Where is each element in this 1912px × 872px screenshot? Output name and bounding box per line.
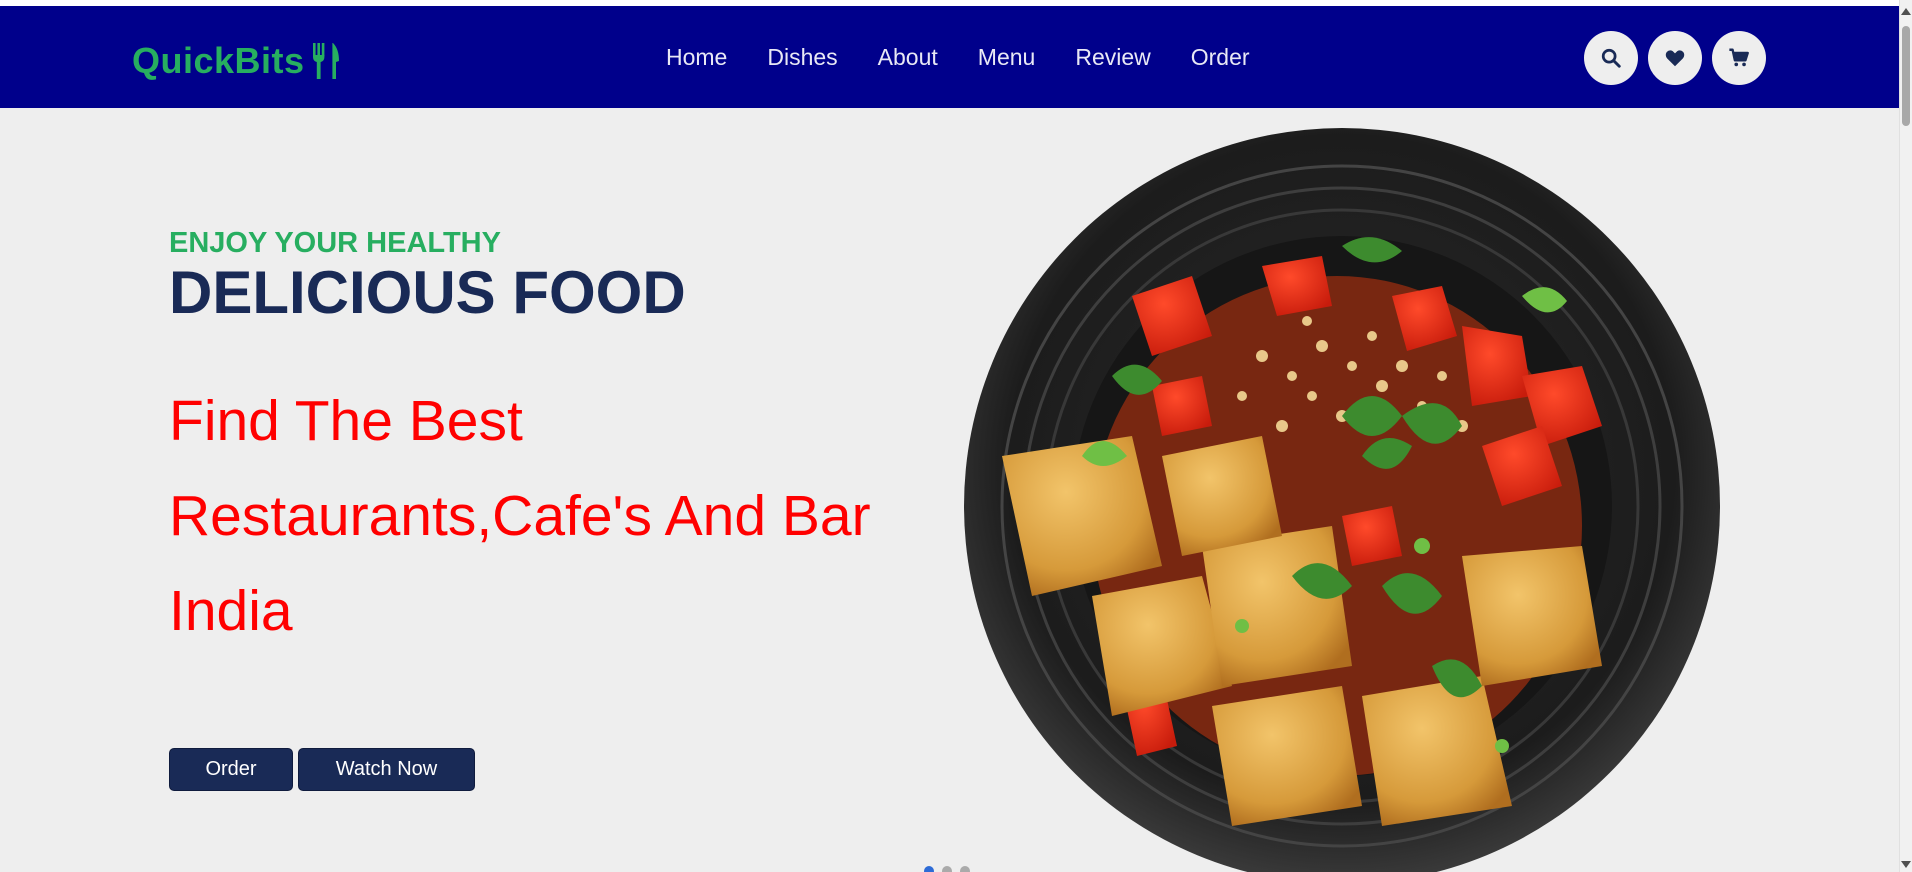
navbar: QuickBits Home Dishes About Menu Review … — [0, 6, 1900, 108]
heart-icon — [1665, 50, 1685, 67]
hero-text: ENJOY YOUR HEALTHY DELICIOUS FOOD Find T… — [169, 226, 889, 659]
hero-buttons: Order Watch Now — [169, 748, 475, 791]
hero-dish-image — [964, 128, 1720, 872]
scroll-down-icon[interactable] — [1901, 861, 1911, 868]
main-nav: Home Dishes About Menu Review Order — [666, 44, 1290, 71]
search-button[interactable] — [1584, 31, 1638, 85]
slider-dot-1[interactable] — [924, 866, 934, 872]
nav-icon-group — [1584, 31, 1766, 85]
page: QuickBits Home Dishes About Menu Review … — [0, 0, 1912, 872]
scroll-thumb[interactable] — [1902, 26, 1910, 126]
nav-order[interactable]: Order — [1191, 44, 1250, 71]
nav-menu[interactable]: Menu — [978, 44, 1036, 71]
slider-dot-3[interactable] — [960, 866, 970, 872]
watch-now-button[interactable]: Watch Now — [298, 748, 475, 791]
cart-button[interactable] — [1712, 31, 1766, 85]
slider-dots — [924, 866, 970, 872]
order-button[interactable]: Order — [169, 748, 293, 791]
logo-text: QuickBits — [132, 40, 305, 81]
logo[interactable]: QuickBits — [132, 40, 343, 82]
hero-subtitle: ENJOY YOUR HEALTHY — [169, 227, 501, 259]
nav-home[interactable]: Home — [666, 44, 727, 71]
scroll-up-icon[interactable] — [1901, 8, 1911, 15]
utensils-icon — [312, 43, 339, 79]
hero-title: DELICIOUS FOOD — [169, 259, 686, 326]
search-icon — [1601, 48, 1621, 68]
nav-about[interactable]: About — [878, 44, 938, 71]
nav-review[interactable]: Review — [1075, 44, 1150, 71]
hero-description: Find The Best Restaurants,Cafe's And Bar… — [169, 389, 871, 643]
nav-dishes[interactable]: Dishes — [767, 44, 837, 71]
favorites-button[interactable] — [1648, 31, 1702, 85]
cart-icon — [1729, 48, 1749, 67]
slider-dot-2[interactable] — [942, 866, 952, 872]
page-scrollbar[interactable] — [1899, 0, 1912, 872]
